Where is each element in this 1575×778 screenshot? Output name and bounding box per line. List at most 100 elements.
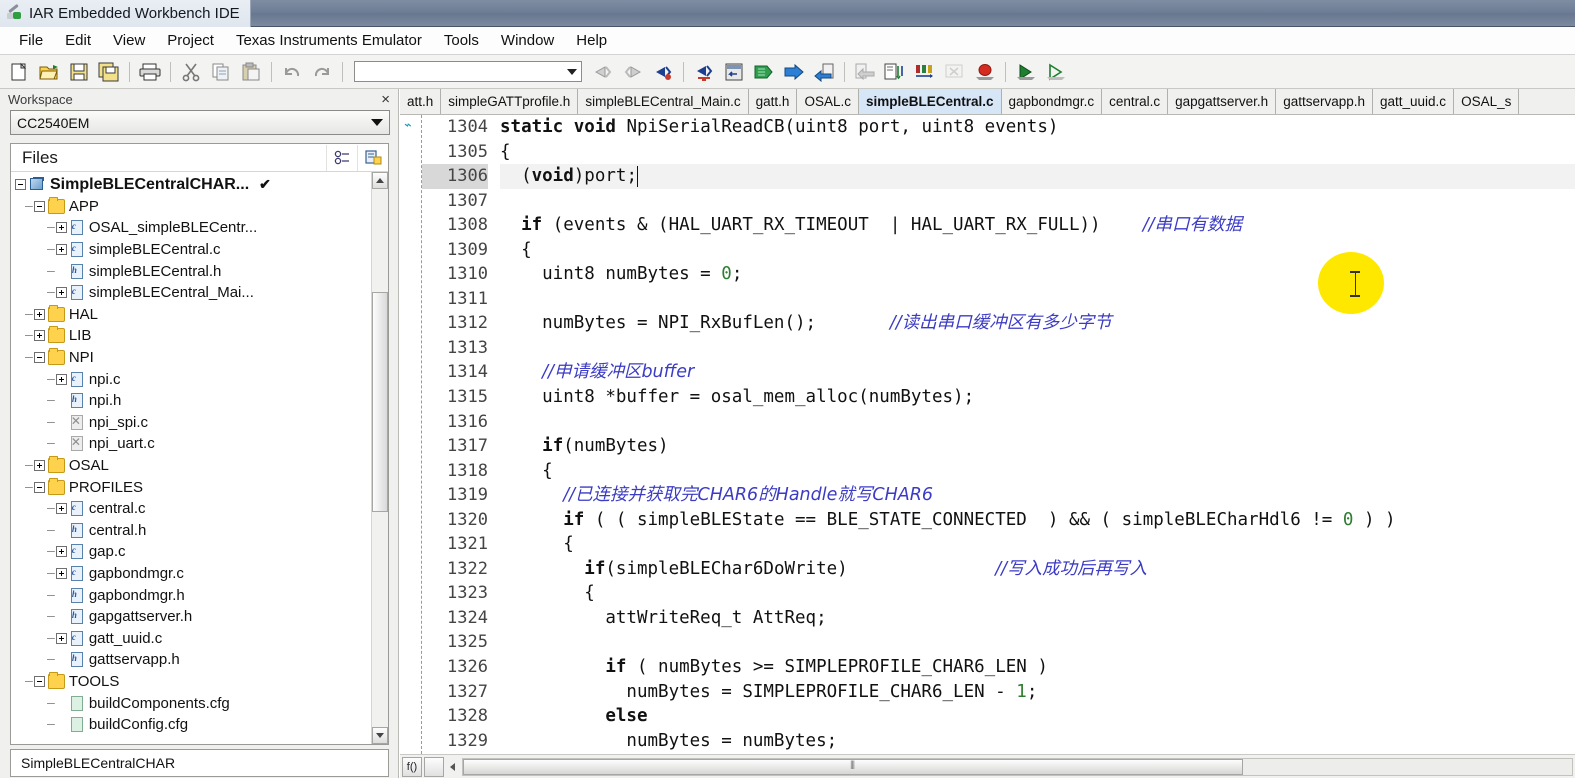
code-line[interactable]: numBytes = numBytes;	[500, 729, 1575, 754]
tree-item[interactable]: —npi_spi.c	[11, 412, 371, 434]
tree-expand-toggle[interactable]	[55, 287, 67, 299]
code-line[interactable]	[500, 189, 1575, 214]
code-line[interactable]	[500, 410, 1575, 435]
editor-tab-att-h[interactable]: att.h	[400, 89, 442, 114]
editor-tab-central-c[interactable]: central.c	[1102, 89, 1169, 114]
editor-tab-gapbondmgr-c[interactable]: gapbondmgr.c	[1002, 89, 1103, 114]
tree-item[interactable]: — h npi.h	[11, 390, 371, 412]
code-line[interactable]: numBytes = SIMPLEPROFILE_CHAR6_LEN - 1;	[500, 680, 1575, 705]
menu-item-edit[interactable]: Edit	[54, 29, 102, 52]
step-over-icon[interactable]	[911, 58, 939, 86]
menu-item-window[interactable]: Window	[490, 29, 565, 52]
tree-item[interactable]: — OSAL	[11, 455, 371, 477]
compile-icon[interactable]	[780, 58, 808, 86]
save-all-icon[interactable]	[95, 58, 123, 86]
menu-item-texas-instruments-emulator[interactable]: Texas Instruments Emulator	[225, 29, 433, 52]
tree-item[interactable]: — h gapgattserver.h	[11, 606, 371, 628]
code-line[interactable]: if(simpleBLEChar6DoWrite) //写入成功后再写入	[500, 557, 1575, 582]
code-line[interactable]: if (events & (HAL_UART_RX_TIMEOUT | HAL_…	[500, 213, 1575, 238]
editor-tab-simplegattprofile-h[interactable]: simpleGATTprofile.h	[441, 89, 579, 114]
code-line[interactable]: numBytes = NPI_RxBufLen(); //读出串口缓冲区有多少字…	[500, 311, 1575, 336]
workspace-config-dropdown[interactable]: CC2540EM	[10, 110, 390, 135]
tree-item[interactable]: — h simpleBLECentral.h	[11, 260, 371, 282]
copy-icon[interactable]	[207, 58, 235, 86]
bookmark-gutter[interactable]: ⌁	[400, 115, 422, 754]
tree-expand-toggle[interactable]	[33, 352, 45, 364]
tree-item[interactable]: — c simpleBLECentral.c	[11, 239, 371, 261]
tree-item[interactable]: — LIB	[11, 325, 371, 347]
toggle-breakpoint-icon[interactable]	[971, 58, 999, 86]
debug-without-download-icon[interactable]	[1042, 58, 1070, 86]
go-icon[interactable]	[1012, 58, 1040, 86]
tree-item[interactable]: — c central.c	[11, 498, 371, 520]
editor-tab-simpleblecentral-main-c[interactable]: simpleBLECentral_Main.c	[578, 89, 749, 114]
tree-expand-toggle[interactable]	[33, 308, 45, 320]
code-line[interactable]: {	[500, 532, 1575, 557]
tree-expand-toggle[interactable]	[55, 546, 67, 558]
toolbar-search-combo[interactable]	[354, 61, 582, 82]
redo-icon[interactable]	[308, 58, 336, 86]
menu-item-help[interactable]: Help	[565, 29, 618, 52]
menu-item-view[interactable]: View	[102, 29, 156, 52]
scroll-up-button[interactable]	[372, 172, 388, 189]
code-line[interactable]: if(numBytes)	[500, 434, 1575, 459]
tree-item[interactable]: — h central.h	[11, 520, 371, 542]
paste-icon[interactable]	[237, 58, 265, 86]
editor-tab-simpleblecentral-c[interactable]: simpleBLECentral.c	[858, 89, 1002, 114]
navigate-back-icon[interactable]	[720, 58, 748, 86]
bookmark-goto-icon[interactable]	[690, 58, 718, 86]
code-line[interactable]: {	[500, 238, 1575, 263]
code-line[interactable]: else	[500, 704, 1575, 729]
tree-expand-toggle[interactable]	[55, 373, 67, 385]
editor-tab-osal-c[interactable]: OSAL.c	[797, 89, 859, 114]
tree-expand-toggle[interactable]	[33, 460, 45, 472]
tree-item[interactable]: — c OSAL_simpleBLECentr...	[11, 217, 371, 239]
tree-item[interactable]: — c gap.c	[11, 541, 371, 563]
code-line[interactable]: uint8 *buffer = osal_mem_alloc(numBytes)…	[500, 385, 1575, 410]
code-line[interactable]	[500, 630, 1575, 655]
open-folder-icon[interactable]	[35, 58, 63, 86]
tree-item[interactable]: —npi_uart.c	[11, 433, 371, 455]
code-text[interactable]: static void NpiSerialReadCB(uint8 port, …	[494, 115, 1575, 754]
tree-item[interactable]: — c gatt_uuid.c	[11, 627, 371, 649]
tree-item[interactable]: — APP	[11, 196, 371, 218]
code-line[interactable]: //申请缓冲区buffer	[500, 360, 1575, 385]
code-line[interactable]	[500, 287, 1575, 312]
file-tree-vertical-scrollbar[interactable]	[371, 172, 388, 744]
menu-item-file[interactable]: File	[8, 29, 54, 52]
tree-expand-toggle[interactable]	[33, 481, 45, 493]
tree-expand-toggle[interactable]	[55, 632, 67, 644]
workspace-tab-simpleblecentralchar[interactable]: SimpleBLECentralCHAR	[11, 755, 175, 771]
tree-expand-toggle[interactable]	[15, 179, 26, 191]
undo-icon[interactable]	[278, 58, 306, 86]
function-navigation-button[interactable]: f()	[402, 756, 422, 777]
menu-item-project[interactable]: Project	[156, 29, 225, 52]
print-icon[interactable]	[136, 58, 164, 86]
hscrollbar-track[interactable]: ⦀	[462, 757, 1573, 776]
tree-item[interactable]: — c npi.c	[11, 368, 371, 390]
bookmark-toggle-icon[interactable]	[649, 58, 677, 86]
tree-item[interactable]: — c gapbondmgr.c	[11, 563, 371, 585]
tree-expand-toggle[interactable]	[55, 503, 67, 515]
new-document-icon[interactable]	[5, 58, 33, 86]
editor-tab-gattservapp-h[interactable]: gattservapp.h	[1276, 89, 1373, 114]
tree-item[interactable]: — PROFILES	[11, 476, 371, 498]
add-group-icon[interactable]	[357, 144, 388, 171]
code-line[interactable]: {	[500, 581, 1575, 606]
hscrollbar-thumb[interactable]: ⦀	[463, 758, 1243, 775]
tree-item[interactable]: — NPI	[11, 347, 371, 369]
code-line[interactable]: //已连接并获取完CHAR6的Handle就写CHAR6	[500, 483, 1575, 508]
debug-download-icon[interactable]	[810, 58, 838, 86]
tree-expand-toggle[interactable]	[33, 330, 45, 342]
menu-item-tools[interactable]: Tools	[433, 29, 490, 52]
save-icon[interactable]	[65, 58, 93, 86]
split-view-button[interactable]	[424, 756, 444, 777]
editor-horizontal-scrollbar[interactable]: f() ⦀	[400, 754, 1575, 778]
editor-tab-gatt-h[interactable]: gatt.h	[749, 89, 798, 114]
find-previous-icon[interactable]	[589, 58, 617, 86]
close-icon[interactable]: ×	[379, 91, 392, 108]
code-line[interactable]: if ( ( simpleBLEState == BLE_STATE_CONNE…	[500, 508, 1575, 533]
sort-icon[interactable]	[326, 144, 357, 171]
tree-item[interactable]: — TOOLS	[11, 671, 371, 693]
tree-item[interactable]: — buildComponents.cfg	[11, 692, 371, 714]
